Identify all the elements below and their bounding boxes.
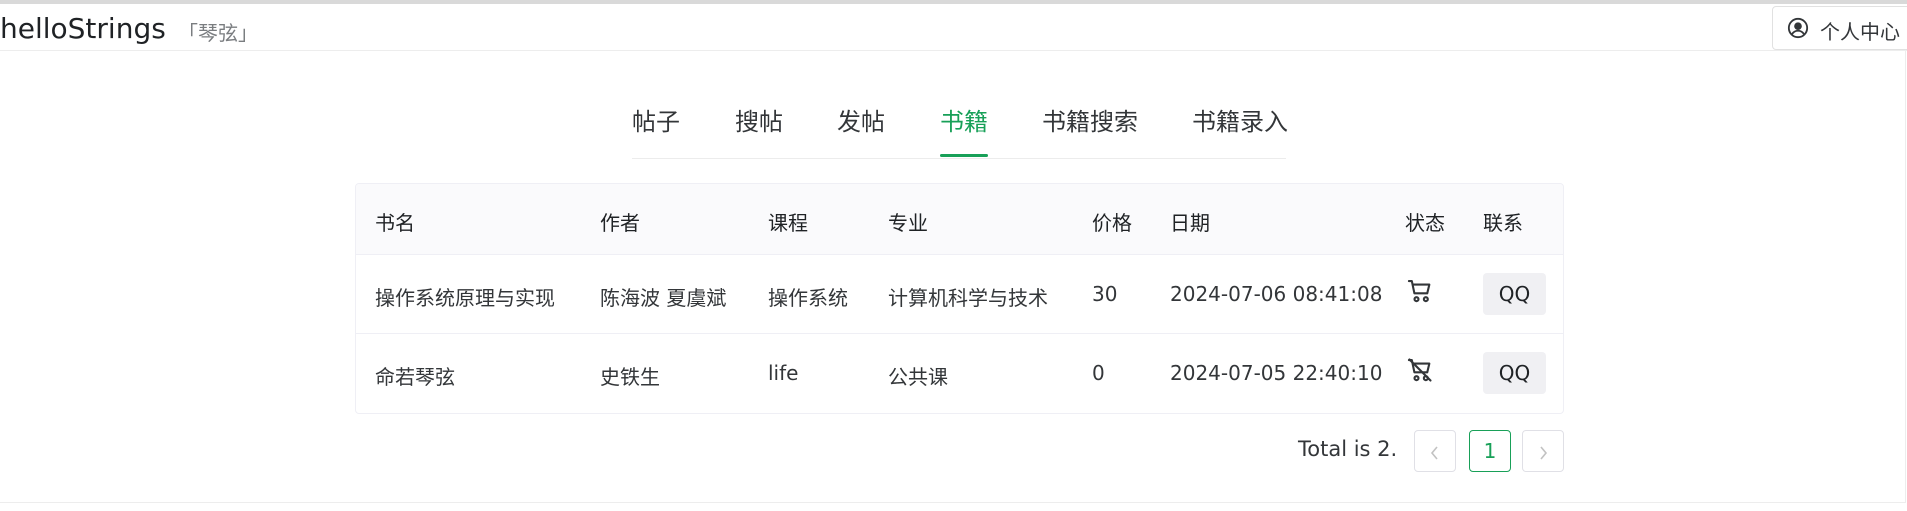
table-row: 操作系统原理与实现 陈海波 夏虞斌 操作系统 计算机科学与技术 30 2024-… xyxy=(356,255,1563,334)
table-header: 书名 作者 课程 专业 价格 日期 状态 联系 xyxy=(356,184,1563,255)
table-row: 命若琴弦 史铁生 life 公共课 0 2024-07-05 22:40:10 … xyxy=(356,334,1563,412)
page-1-button[interactable]: 1 xyxy=(1469,430,1511,472)
book-major: 公共课 xyxy=(888,365,948,389)
prev-page-button[interactable] xyxy=(1414,430,1456,472)
column-header: 专业 xyxy=(888,211,928,235)
qq-contact-button[interactable]: QQ xyxy=(1483,273,1546,315)
cart-off-icon xyxy=(1407,358,1432,382)
user-circle-icon xyxy=(1787,17,1809,39)
column-header: 作者 xyxy=(600,211,640,235)
book-date: 2024-07-06 08:41:08 xyxy=(1170,282,1383,306)
book-course: life xyxy=(768,361,799,385)
tab-new-post[interactable]: 发帖 xyxy=(837,102,885,137)
column-header: 联系 xyxy=(1483,211,1523,235)
book-price: 0 xyxy=(1092,361,1105,385)
active-tab-indicator xyxy=(940,154,988,157)
column-header: 日期 xyxy=(1170,211,1210,235)
user-center-button[interactable]: 个人中心 xyxy=(1772,6,1907,50)
qq-contact-button[interactable]: QQ xyxy=(1483,352,1546,394)
book-author: 陈海波 夏虞斌 xyxy=(600,286,727,310)
tab-book-search[interactable]: 书籍搜索 xyxy=(1042,102,1138,137)
chevron-left-icon xyxy=(1430,445,1438,460)
next-page-button[interactable] xyxy=(1522,430,1564,472)
column-header: 状态 xyxy=(1405,211,1445,235)
nav-tabs: 帖子 搜帖 发帖 书籍 书籍搜索 书籍录入 xyxy=(632,98,1288,159)
tab-posts[interactable]: 帖子 xyxy=(632,102,680,137)
tab-search-posts[interactable]: 搜帖 xyxy=(735,102,783,137)
pagination-total: Total is 2. xyxy=(1298,437,1398,461)
books-table: 书名 作者 课程 专业 价格 日期 状态 联系 操作系统原理与实现 陈海波 夏虞… xyxy=(355,183,1564,414)
user-center-label: 个人中心 xyxy=(1820,20,1900,44)
brand-subtitle: 「琴弦」 xyxy=(178,21,258,45)
book-date: 2024-07-05 22:40:10 xyxy=(1170,361,1383,385)
tab-book-entry[interactable]: 书籍录入 xyxy=(1192,102,1288,137)
book-title: 操作系统原理与实现 xyxy=(375,286,555,310)
column-header: 课程 xyxy=(768,211,808,235)
book-price: 30 xyxy=(1092,282,1118,306)
book-author: 史铁生 xyxy=(600,365,660,389)
book-major: 计算机科学与技术 xyxy=(888,286,1048,310)
book-title: 命若琴弦 xyxy=(375,365,455,389)
brand-title[interactable]: helloStrings xyxy=(0,12,166,45)
book-course: 操作系统 xyxy=(768,286,848,310)
app-header: helloStrings 「琴弦」 个人中心 xyxy=(0,4,1907,51)
tab-books[interactable]: 书籍 xyxy=(940,102,988,137)
column-header: 书名 xyxy=(375,211,415,235)
chevron-right-icon xyxy=(1540,445,1548,460)
cart-icon xyxy=(1407,280,1431,303)
column-header: 价格 xyxy=(1092,211,1132,235)
